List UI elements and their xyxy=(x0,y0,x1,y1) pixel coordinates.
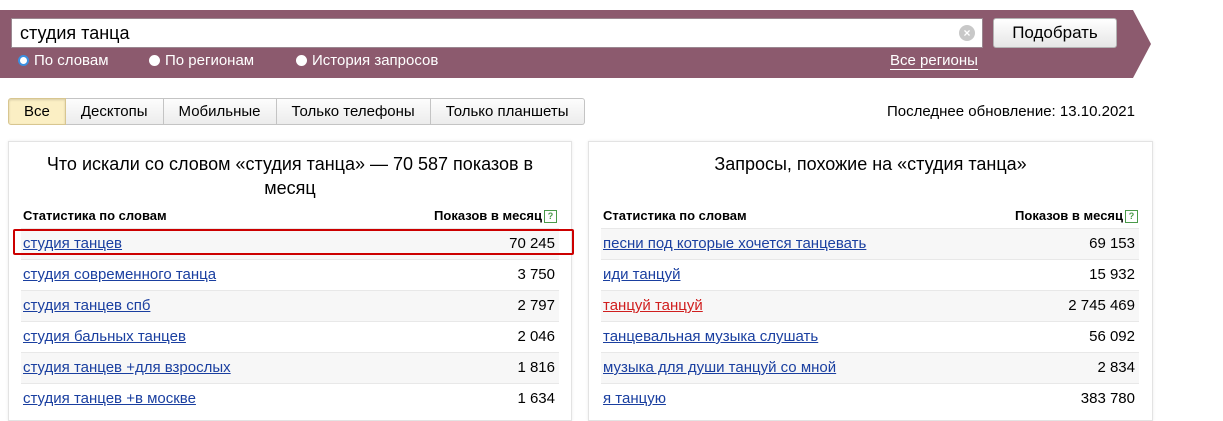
shows-count: 383 780 xyxy=(1080,390,1135,407)
table-row: танцевальная музыка слушать 56 092 xyxy=(601,321,1139,352)
search-box[interactable]: × xyxy=(11,18,983,48)
shows-count: 1 816 xyxy=(517,359,555,376)
radio-icon xyxy=(296,55,307,66)
shows-count: 2 797 xyxy=(517,297,555,314)
all-regions-link[interactable]: Все регионы xyxy=(890,52,978,70)
device-tabs: Все Десктопы Мобильные Только телефоны Т… xyxy=(8,98,585,125)
shows-count: 70 245 xyxy=(509,235,555,252)
tab-all[interactable]: Все xyxy=(8,98,66,125)
clear-icon[interactable]: × xyxy=(959,25,975,41)
table-row: танцуй танцуй 2 745 469 xyxy=(601,290,1139,321)
phrase-link[interactable]: иди танцуй xyxy=(603,266,680,283)
table-row: студия танцев 70 245 xyxy=(21,228,559,259)
phrase-link[interactable]: студия танцев +для взрослых xyxy=(23,359,231,376)
phrase-link[interactable]: музыка для души танцуй со мной xyxy=(603,359,836,376)
shows-count: 3 750 xyxy=(517,266,555,283)
query-list: песни под которые хочется танцевать 69 1… xyxy=(601,228,1139,414)
column-header-words: Статистика по словам xyxy=(603,208,747,223)
phrase-link[interactable]: танцевальная музыка слушать xyxy=(603,328,818,345)
radio-query-history[interactable]: История запросов xyxy=(296,52,438,69)
tab-phones-only[interactable]: Только телефоны xyxy=(276,98,431,125)
table-row: студия бальных танцев 2 046 xyxy=(21,321,559,352)
table-row: песни под которые хочется танцевать 69 1… xyxy=(601,228,1139,259)
column-header-shows: Показов в месяц? xyxy=(434,208,557,223)
tab-mobile[interactable]: Мобильные xyxy=(163,98,277,125)
radio-by-regions[interactable]: По регионам xyxy=(149,52,254,69)
shows-count: 1 634 xyxy=(517,390,555,407)
search-input[interactable] xyxy=(20,22,950,44)
radio-label: История запросов xyxy=(312,52,439,69)
radio-by-words[interactable]: По словам xyxy=(18,52,109,69)
column-header-shows: Показов в месяц? xyxy=(1015,208,1138,223)
panel-title: Запросы, похожие на «студия танца» xyxy=(714,154,1027,174)
shows-count: 69 153 xyxy=(1089,235,1135,252)
phrase-link[interactable]: я танцую xyxy=(603,390,666,407)
shows-count: 15 932 xyxy=(1089,266,1135,283)
table-row: студия танцев спб 2 797 xyxy=(21,290,559,321)
tab-tablets-only[interactable]: Только планшеты xyxy=(430,98,585,125)
table-row: я танцую 383 780 xyxy=(601,383,1139,414)
phrase-link[interactable]: песни под которые хочется танцевать xyxy=(603,235,866,252)
shows-count: 2 745 469 xyxy=(1068,297,1135,314)
radio-label: По словам xyxy=(34,52,109,69)
phrase-link[interactable]: студия танцев xyxy=(23,235,122,252)
phrase-link[interactable]: студия бальных танцев xyxy=(23,328,186,345)
table-row: иди танцуй 15 932 xyxy=(601,259,1139,290)
radio-label: По регионам xyxy=(165,52,255,69)
column-header-words: Статистика по словам xyxy=(23,208,167,223)
radio-icon xyxy=(149,55,160,66)
header-arrow-decoration xyxy=(1133,10,1151,78)
column-header-shows-label: Показов в месяц xyxy=(1015,208,1123,223)
phrase-link[interactable]: студия танцев +в москве xyxy=(23,390,196,407)
search-header: × Подобрать По словам По регионам Истори… xyxy=(0,10,1153,78)
shows-count: 2 834 xyxy=(1097,359,1135,376)
word-list: студия танцев 70 245 студия современного… xyxy=(21,228,559,414)
panel-title: Что искали со словом «студия танца» — 70… xyxy=(46,154,534,198)
phrase-link-visited[interactable]: танцуй танцуй xyxy=(603,297,703,314)
tab-desktops[interactable]: Десктопы xyxy=(65,98,164,125)
table-row: студия танцев +для взрослых 1 816 xyxy=(21,352,559,383)
table-row: студия современного танца 3 750 xyxy=(21,259,559,290)
shows-count: 2 046 xyxy=(517,328,555,345)
submit-button[interactable]: Подобрать xyxy=(993,18,1117,48)
table-row: студия танцев +в москве 1 634 xyxy=(21,383,559,414)
help-icon[interactable]: ? xyxy=(1125,210,1138,223)
column-header-shows-label: Показов в месяц xyxy=(434,208,542,223)
shows-count: 56 092 xyxy=(1089,328,1135,345)
similar-queries-panel: Запросы, похожие на «студия танца» Стати… xyxy=(588,141,1153,421)
table-row: музыка для души танцуй со мной 2 834 xyxy=(601,352,1139,383)
last-update-text: Последнее обновление: 13.10.2021 xyxy=(887,103,1135,120)
help-icon[interactable]: ? xyxy=(544,210,557,223)
related-words-panel: Что искали со словом «студия танца» — 70… xyxy=(8,141,572,421)
radio-selected-icon xyxy=(18,55,29,66)
phrase-link[interactable]: студия танцев спб xyxy=(23,297,150,314)
phrase-link[interactable]: студия современного танца xyxy=(23,266,216,283)
